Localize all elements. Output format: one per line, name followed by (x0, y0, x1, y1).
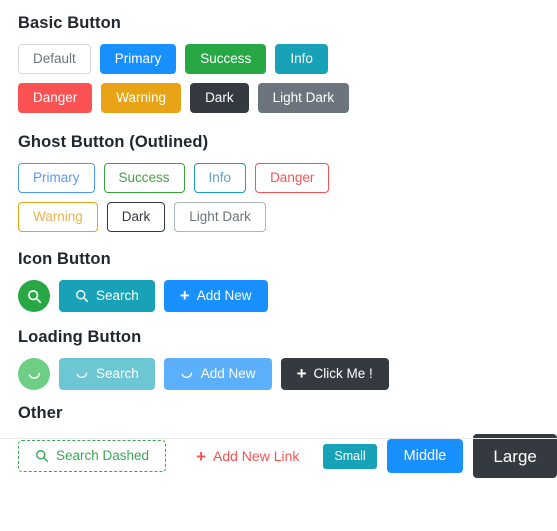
loading-spinner-icon (180, 367, 194, 381)
button-label: Info (290, 51, 313, 67)
button-label: Primary (33, 170, 80, 186)
section-title-loading: Loading Button (18, 328, 142, 346)
plus-icon: + (196, 446, 206, 466)
section-title-basic: Basic Button (18, 14, 121, 32)
ghost-button-row-1: Primary Success Info Danger (18, 163, 557, 193)
button-label: Info (208, 170, 232, 186)
icon-button-search[interactable]: Search (59, 280, 155, 312)
ghost-button-primary[interactable]: Primary (18, 163, 95, 193)
button-primary[interactable]: Primary (99, 44, 177, 74)
plus-icon: + (296, 364, 307, 383)
basic-button-row-1: Default Primary Success Info (18, 44, 557, 74)
icon-button-row: Search + Add New (18, 280, 557, 312)
section-divider (0, 438, 557, 439)
ghost-button-warning[interactable]: Warning (18, 202, 98, 232)
button-label: Large (493, 446, 537, 466)
button-label: Light Dark (189, 209, 251, 225)
button-showcase-page: Basic Button Default Primary Success Inf… (0, 0, 557, 478)
loading-spinner-icon (75, 367, 89, 381)
button-label: Dark (205, 90, 234, 106)
button-label: Add New Link (213, 448, 300, 464)
search-icon (35, 449, 49, 463)
size-button-middle[interactable]: Middle (386, 439, 464, 473)
ghost-button-light-dark[interactable]: Light Dark (174, 202, 266, 232)
section-icon-button: Icon Button Search + Add New (0, 250, 557, 312)
size-button-large[interactable]: Large (473, 434, 557, 478)
button-label: Middle (403, 447, 447, 464)
size-button-small[interactable]: Small (323, 443, 377, 469)
loading-button-add-new[interactable]: Add New (163, 358, 272, 390)
section-title-icon: Icon Button (18, 250, 111, 268)
button-label: Warning (33, 209, 83, 225)
button-label: Small (334, 448, 366, 463)
other-button-row: Search Dashed + Add New Link Small Middl… (18, 434, 557, 478)
button-label: Add New (200, 366, 256, 382)
button-label: Success (200, 51, 252, 67)
basic-button-row-2: Danger Warning Dark Light Dark (18, 83, 557, 113)
loading-button-row: Search Add New + Click Me ! (18, 358, 557, 390)
ghost-button-dark[interactable]: Dark (106, 202, 166, 232)
search-icon (75, 289, 89, 303)
button-dark[interactable]: Dark (190, 83, 249, 113)
button-info[interactable]: Info (275, 44, 328, 74)
dashed-button-search[interactable]: Search Dashed (18, 440, 167, 472)
button-default[interactable]: Default (18, 44, 91, 74)
button-label: Dark (121, 209, 151, 225)
button-danger[interactable]: Danger (18, 83, 93, 113)
ghost-button-info[interactable]: Info (193, 163, 247, 193)
button-warning[interactable]: Warning (101, 83, 182, 113)
button-success[interactable]: Success (185, 44, 267, 74)
button-label: Danger (33, 90, 78, 106)
button-label: Light Dark (272, 90, 335, 106)
section-title-ghost: Ghost Button (Outlined) (18, 133, 209, 151)
loading-button-click-me[interactable]: + Click Me ! (280, 358, 389, 390)
search-icon (27, 289, 42, 304)
button-label: Primary (114, 51, 162, 67)
section-basic-button: Basic Button Default Primary Success Inf… (0, 14, 557, 113)
loading-button-search[interactable]: Search (59, 358, 155, 390)
button-label: Add New (196, 288, 252, 304)
button-label: Danger (270, 170, 315, 186)
section-other: Other Search Dashed + Add New Link Small (0, 404, 557, 478)
button-label: Search Dashed (56, 448, 150, 464)
ghost-button-success[interactable]: Success (103, 163, 185, 193)
ghost-button-row-2: Warning Dark Light Dark (18, 202, 557, 232)
button-label: Search (96, 288, 139, 304)
button-label: Warning (116, 90, 167, 106)
plus-icon: + (179, 286, 190, 305)
icon-button-add-new[interactable]: + Add New (163, 280, 268, 312)
button-label: Success (118, 170, 170, 186)
button-label: Click Me ! (313, 366, 373, 382)
section-loading-button: Loading Button Search Add New + Click Me… (0, 328, 557, 390)
icon-button-search-circle[interactable] (18, 280, 50, 312)
button-label: Default (33, 51, 76, 67)
button-light-dark[interactable]: Light Dark (257, 83, 350, 113)
loading-spinner-icon (27, 367, 42, 382)
loading-button-circle[interactable] (18, 358, 50, 390)
section-title-other: Other (18, 404, 63, 422)
section-ghost-button: Ghost Button (Outlined) Primary Success … (0, 133, 557, 232)
ghost-button-danger[interactable]: Danger (255, 163, 330, 193)
button-label: Search (96, 366, 139, 382)
link-button-add-new-link[interactable]: + Add New Link (192, 448, 303, 465)
